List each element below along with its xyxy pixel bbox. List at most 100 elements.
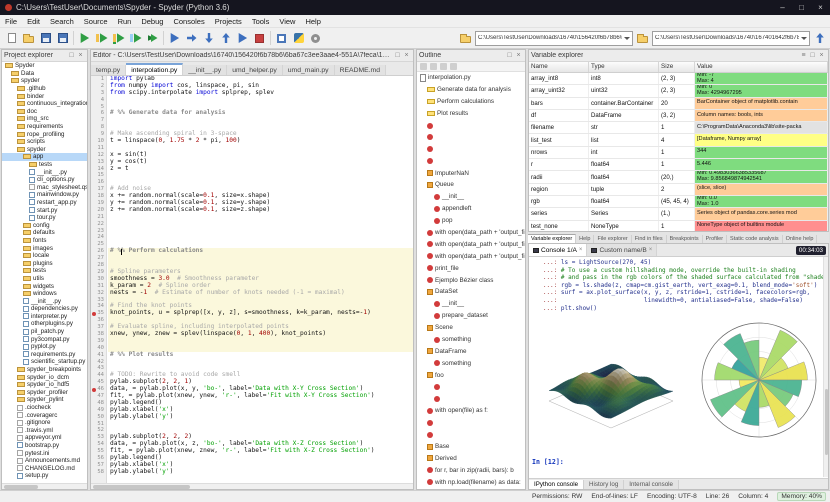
line-number[interactable]: 37 xyxy=(91,324,106,331)
line-number[interactable]: 24 xyxy=(91,234,106,241)
outline-item[interactable]: Ejemplo Bézier class xyxy=(417,274,525,286)
line-number[interactable]: 32 xyxy=(91,290,106,297)
code-line[interactable]: nests = -1 # Estimate of number of knots… xyxy=(108,289,413,297)
code-line[interactable] xyxy=(108,117,413,124)
line-number[interactable]: 29 xyxy=(91,269,106,276)
line-number[interactable]: 21 xyxy=(91,214,106,221)
run-cell-advance-button[interactable] xyxy=(110,30,127,47)
step-return-button[interactable] xyxy=(217,30,234,47)
project-tree-item[interactable]: pyplot.py xyxy=(2,343,87,351)
options-menu-icon[interactable]: ≡ xyxy=(799,50,808,61)
outline-item[interactable] xyxy=(417,143,525,155)
code-line[interactable]: pylab.ylabel('y') xyxy=(108,413,413,421)
line-number[interactable]: 43 xyxy=(91,365,106,372)
project-tree-item[interactable]: mac_stylesheet.qss xyxy=(2,184,87,192)
close-pane-icon[interactable]: × xyxy=(817,50,826,61)
line-number[interactable]: 51 xyxy=(91,421,106,428)
code-line[interactable]: xnew, ynew, znew = splev(linspace(0, 1, … xyxy=(108,330,413,338)
line-number[interactable]: 18 xyxy=(91,193,106,200)
project-tree-item[interactable]: requirements xyxy=(2,123,87,131)
project-tree-item[interactable]: pil_patch.py xyxy=(2,328,87,336)
editor-tab[interactable]: temp.py xyxy=(91,65,127,75)
variable-row[interactable]: array_int8 int8 (2, 3) Min: -7 Max: 4 xyxy=(529,73,828,86)
line-number[interactable]: 9 xyxy=(91,131,106,138)
undock-pane-icon[interactable]: □ xyxy=(505,50,514,61)
python-env-button[interactable] xyxy=(290,30,307,47)
project-tree-item[interactable]: images xyxy=(2,244,87,252)
code-line[interactable] xyxy=(108,255,413,263)
dock-tab-file-explorer[interactable]: File explorer xyxy=(594,235,632,243)
project-tree-item[interactable]: spyder_pylint xyxy=(2,396,87,404)
outline-item[interactable] xyxy=(417,429,525,441)
line-number[interactable]: 10 xyxy=(91,138,106,145)
editor-tab[interactable]: __init__.py xyxy=(183,65,228,75)
project-tree-item[interactable]: .ciocheck xyxy=(2,404,87,412)
code-line[interactable]: z += random.normal(scale=0.1, size=z.sha… xyxy=(108,206,413,214)
code-line[interactable] xyxy=(108,421,413,428)
project-tree-item[interactable]: cli_options.py xyxy=(2,176,87,184)
line-number[interactable]: 49 xyxy=(91,407,106,414)
project-tree-item[interactable]: windows xyxy=(2,290,87,298)
run-file-button[interactable] xyxy=(76,30,93,47)
line-number[interactable]: 35 xyxy=(91,310,106,317)
variable-row[interactable]: nrows int 1 344 xyxy=(529,146,828,160)
outline-item[interactable]: appendleft xyxy=(417,203,525,215)
outline-options-icon[interactable] xyxy=(450,63,457,70)
column-header[interactable]: Name xyxy=(529,62,589,72)
minimize-button[interactable]: – xyxy=(773,0,792,15)
project-tree-item[interactable]: .gitignore xyxy=(2,419,87,427)
horizontal-scrollbar[interactable] xyxy=(91,483,413,489)
project-tree-item[interactable]: restart_app.py xyxy=(2,199,87,207)
outline-item[interactable]: for r, bar in zip(radii, bars): b xyxy=(417,464,525,476)
project-tree-item[interactable]: spyder_io_hdf5 xyxy=(2,381,87,389)
variable-row[interactable]: radii float64 (20,) Min: 0.4983036638533568… xyxy=(529,171,828,184)
debug-file-button[interactable] xyxy=(166,30,183,47)
project-tree-item[interactable]: scripts xyxy=(2,138,87,146)
code-line[interactable] xyxy=(108,337,413,345)
line-number[interactable]: 17 xyxy=(91,186,106,193)
line-number[interactable]: 58 xyxy=(91,469,106,476)
code-line[interactable] xyxy=(108,359,413,366)
open-file-button[interactable] xyxy=(20,30,37,47)
column-header[interactable]: Type xyxy=(589,62,659,72)
line-number[interactable]: 19 xyxy=(91,200,106,207)
dock-tab-variable-explorer[interactable]: Variable explorer xyxy=(528,234,577,243)
project-tree-item[interactable]: tests xyxy=(2,267,87,275)
project-tree-item[interactable]: tour.py xyxy=(2,214,87,222)
line-number[interactable]: 47 xyxy=(91,393,106,400)
project-tree-item[interactable]: interpreter.py xyxy=(2,313,87,321)
project-tree-item[interactable]: binder xyxy=(2,92,87,100)
outline-item[interactable]: Perform calculations xyxy=(417,96,525,108)
outline-item[interactable]: Queue xyxy=(417,179,525,191)
project-tree-item[interactable]: img_src xyxy=(2,115,87,123)
outline-item[interactable]: Base xyxy=(417,441,525,453)
outline-item[interactable]: with np.load(filename) as data: xyxy=(417,476,525,488)
project-tree-item[interactable]: __init__.py xyxy=(2,297,87,305)
line-number[interactable]: 36 xyxy=(91,317,106,324)
line-number[interactable]: 39 xyxy=(91,338,106,345)
project-tree-item[interactable]: .travis.yml xyxy=(2,427,87,435)
code-line[interactable]: # %% Plot results xyxy=(108,351,413,359)
project-tree-item[interactable]: config xyxy=(2,221,87,229)
dock-tab-help[interactable]: Help xyxy=(576,235,595,243)
line-number[interactable]: 3 xyxy=(91,90,106,97)
code-line[interactable] xyxy=(108,172,413,179)
line-number[interactable]: 40 xyxy=(91,345,106,352)
code-line[interactable]: # %% Generate data for analysis xyxy=(108,110,413,117)
continue-execution-button[interactable] xyxy=(234,30,251,47)
code-line[interactable]: t = linspace(0, 1.75 * 2 * pi, 100) xyxy=(108,137,413,145)
new-file-button[interactable] xyxy=(3,30,20,47)
line-number[interactable]: 50 xyxy=(91,414,106,421)
project-tree-item[interactable]: dependencies.py xyxy=(2,305,87,313)
working-directory-combo-1[interactable]: C:\Users\TestUser\Downloads\16740\156420… xyxy=(475,30,633,46)
dock-tab-find-in-files[interactable]: Find in files xyxy=(631,235,667,243)
outline-item[interactable]: Generate data for analysis xyxy=(417,84,525,96)
line-number[interactable]: 4 xyxy=(91,97,106,104)
close-tab-icon[interactable]: × xyxy=(649,247,653,253)
variable-row[interactable]: rgb float64 (45, 45, 4) Min: 0.0 Max: 1.0 xyxy=(529,195,828,209)
project-tree-item[interactable]: tests xyxy=(2,161,87,169)
code-line[interactable] xyxy=(108,221,413,228)
outline-item[interactable]: ImputerNaN xyxy=(417,167,525,179)
outline-item[interactable]: __init__ xyxy=(417,298,525,310)
line-number[interactable]: 48 xyxy=(91,400,106,407)
